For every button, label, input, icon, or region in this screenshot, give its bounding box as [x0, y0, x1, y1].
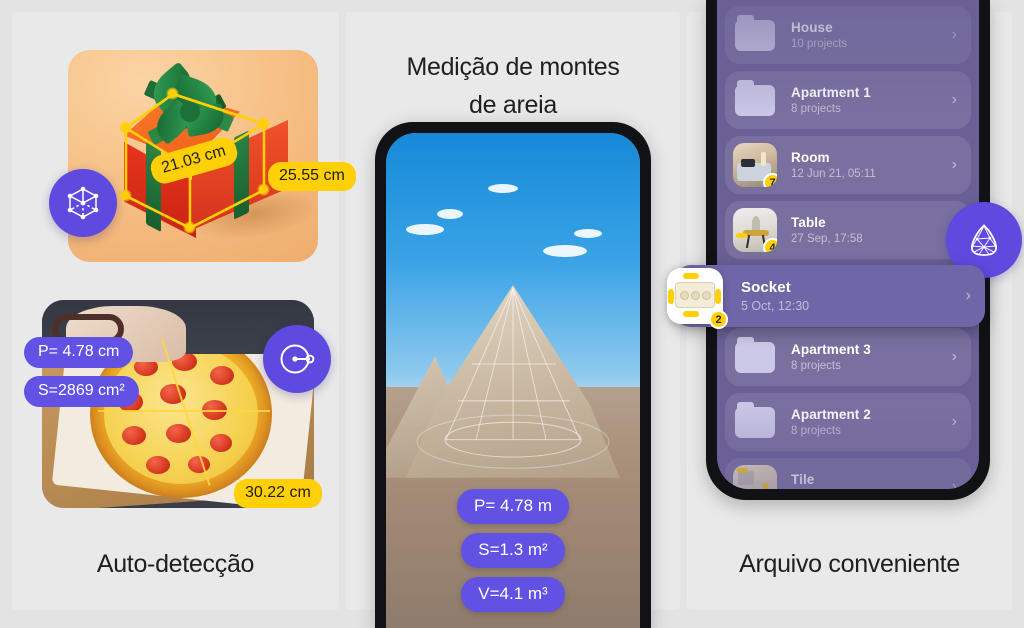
list-item[interactable]: 7 Room 12 Jun 21, 05:11 ›: [725, 136, 971, 194]
vertex-point: [168, 89, 177, 98]
sand-area-label[interactable]: S=1.3 m²: [461, 533, 565, 568]
list-item-text: Table 27 Sep, 17:58: [791, 215, 863, 245]
chevron-right-icon[interactable]: ›: [952, 156, 957, 174]
list-item-text: Room 12 Jun 21, 05:11: [791, 150, 876, 180]
list-item-text: Tile 27 Sep, 12:58: [791, 472, 863, 489]
chevron-right-icon[interactable]: ›: [952, 91, 957, 109]
chevron-right-icon[interactable]: ›: [966, 287, 971, 305]
socket-hole: [691, 291, 700, 300]
socket-hole: [680, 291, 689, 300]
chevron-right-icon[interactable]: ›: [952, 478, 957, 489]
volume-cube-icon[interactable]: [49, 169, 117, 237]
vertex-point: [121, 123, 130, 132]
socket-hole: [702, 291, 711, 300]
panel-mid-caption-line1: Medição de montes: [406, 53, 620, 81]
panel-sand-pile: Medição de montes de areia P= 4.78 m S=1…: [346, 12, 1022, 628]
list-item-text: House 10 projects: [791, 20, 847, 50]
socket-body: [675, 282, 715, 308]
pepperoni: [210, 434, 232, 452]
cube-wireframe-glyph: [67, 186, 99, 220]
mini-measure-tag: [737, 468, 748, 473]
project-thumbnail: [733, 465, 777, 489]
list-item-subtitle: 12 Jun 21, 05:11: [791, 168, 876, 180]
mini-measure-tag: [668, 289, 674, 304]
list-item-subtitle: 10 projects: [791, 38, 848, 50]
list-item[interactable]: Tile 27 Sep, 12:58 ›: [725, 458, 971, 489]
list-item-title: Tile: [791, 472, 815, 487]
list-item[interactable]: Apartment 1 8 projects ›: [725, 71, 971, 129]
pizza-perimeter-label[interactable]: P= 4.78 cm: [24, 337, 134, 368]
mini-measure-tag: [683, 311, 699, 317]
project-count-badge: 7: [763, 173, 777, 187]
list-item[interactable]: Apartment 2 8 projects ›: [725, 393, 971, 451]
circle-radius-glyph: [280, 344, 315, 374]
vertex-point: [185, 223, 194, 232]
list-item-text: Apartment 3 8 projects: [791, 342, 871, 372]
pizza-diameter-label[interactable]: 30.22 cm: [234, 479, 322, 508]
panel-right-caption: Arquivo conveniente: [739, 550, 960, 578]
phone-screen-sand: P= 4.78 m S=1.3 m² V=4.1 m³: [386, 133, 640, 628]
list-item-title: Table: [791, 215, 826, 230]
list-item-title: Apartment 3: [791, 342, 871, 357]
sand-volume-label[interactable]: V=4.1 m³: [461, 577, 565, 612]
mini-measure-tag: [715, 289, 721, 304]
panel-auto-detection: 21.03 cm 25.55 cm P= 4.78 cm S=2869 cm² …: [12, 12, 356, 610]
panel-archive: House 10 projects › Apartment 1 8 projec…: [667, 0, 1012, 610]
mini-measure-tag: [763, 483, 768, 489]
circle-radius-icon[interactable]: [263, 325, 331, 393]
sand-perimeter-label[interactable]: P= 4.78 m: [457, 489, 569, 524]
sand-measurement-list: P= 4.78 m S=1.3 m² V=4.1 m³: [386, 489, 640, 612]
pepperoni: [146, 456, 170, 474]
chevron-right-icon[interactable]: ›: [952, 413, 957, 431]
sand-pile-glyph: [971, 224, 997, 256]
chevron-right-icon[interactable]: ›: [952, 348, 957, 366]
list-item-subtitle: 8 projects: [791, 425, 841, 437]
vertex-point: [259, 119, 268, 128]
project-list: House 10 projects › Apartment 1 8 projec…: [717, 0, 979, 489]
pizza-area-label[interactable]: S=2869 cm²: [24, 376, 139, 407]
project-count-badge: 4: [763, 238, 777, 252]
list-item-title: Room: [791, 150, 830, 165]
list-item[interactable]: 4 Table 27 Sep, 17:58 ›: [725, 201, 971, 259]
list-item-text: Apartment 2 8 projects: [791, 407, 871, 437]
pepperoni: [210, 366, 234, 385]
folder-icon: [733, 13, 777, 57]
mini-measure-tag: [736, 233, 747, 238]
list-item-subtitle: 27 Sep, 17:58: [791, 233, 863, 245]
folder-icon: [733, 78, 777, 122]
project-count-badge: 2: [709, 310, 728, 329]
pepperoni: [166, 424, 191, 443]
list-item-subtitle: 8 projects: [791, 103, 841, 115]
list-item-subtitle: 8 projects: [791, 360, 841, 372]
promo-screenshot: 21.03 cm 25.55 cm P= 4.78 cm S=2869 cm² …: [0, 0, 1024, 628]
vertex-point: [121, 191, 130, 200]
list-item-text: Socket 5 Oct, 12:30: [741, 279, 809, 313]
phone-mockup-sand: P= 4.78 m S=1.3 m² V=4.1 m³: [375, 122, 651, 628]
panel-mid-caption: Medição de montes de areia: [346, 48, 680, 124]
list-item-text: Apartment 1 8 projects: [791, 85, 871, 115]
list-item-title: Apartment 1: [791, 85, 871, 100]
list-item-title: Apartment 2: [791, 407, 871, 422]
folder-icon: [733, 400, 777, 444]
panel-left-caption: Auto-detecção: [96, 550, 255, 578]
folder-icon: [733, 335, 777, 379]
pepperoni: [122, 426, 146, 445]
socket-thumbnail: 2: [667, 268, 728, 329]
mini-measure-tag: [683, 273, 699, 279]
vertex-point: [259, 185, 268, 194]
list-item-subtitle: 5 Oct, 12:30: [741, 299, 810, 313]
list-item-highlighted-socket[interactable]: 2 Socket 5 Oct, 12:30 ›: [667, 265, 985, 329]
panel-mid-caption-line2: de areia: [469, 91, 557, 119]
list-item[interactable]: Apartment 3 8 projects ›: [725, 328, 971, 386]
project-thumbnail: 4: [733, 208, 777, 252]
list-item-title: House: [791, 20, 833, 35]
gift-measure-label-b[interactable]: 25.55 cm: [268, 162, 356, 191]
list-item-title: Socket: [741, 279, 791, 296]
chevron-right-icon[interactable]: ›: [952, 26, 957, 44]
list-item[interactable]: House 10 projects ›: [725, 6, 971, 64]
project-thumbnail: 7: [733, 143, 777, 187]
